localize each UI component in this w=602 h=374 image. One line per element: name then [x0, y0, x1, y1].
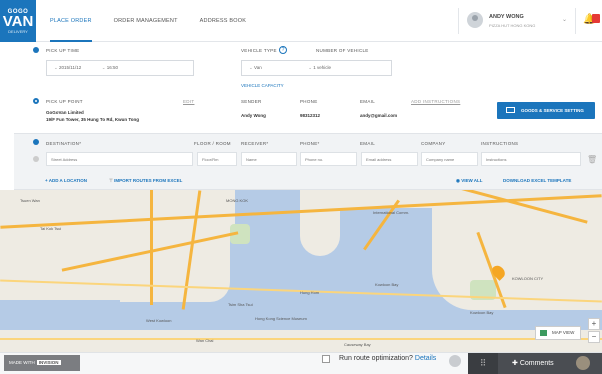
vehicle-number-label: NUMBER OF VEHICLE — [316, 48, 369, 53]
map-view-button[interactable]: MAP VIEW — [535, 326, 581, 340]
avatar — [467, 12, 483, 28]
add-instructions-link[interactable]: ADD INSTRUCTIONS — [411, 99, 460, 104]
user-menu[interactable]: ANDY WONG PIZZA HUT HONG KONG ⌄ — [458, 8, 576, 34]
clock-icon — [33, 47, 39, 53]
vehicle-capacity-link[interactable]: VEHICLE CAPACITY — [241, 83, 284, 88]
receiver-input[interactable] — [241, 152, 297, 166]
location-pin-icon — [33, 139, 39, 145]
instructions-header: INSTRUCTIONS — [481, 141, 519, 146]
email-input[interactable] — [361, 152, 418, 166]
invision-brand: INVISION — [36, 360, 61, 365]
goods-service-setting-button[interactable]: GOODS & SERVICE SETTING — [497, 102, 595, 119]
logo-line2: VAN — [2, 13, 34, 30]
chevron-down-icon: ⌄ — [561, 17, 567, 23]
map-label: Causeway Bay — [344, 342, 371, 347]
avatar[interactable] — [449, 355, 461, 367]
nav-order-management[interactable]: ORDER MANAGEMENT — [114, 0, 178, 42]
download-template-link[interactable]: DOWNLOAD EXCEL TEMPLATE — [503, 178, 571, 183]
truck-icon — [506, 107, 515, 113]
route-optimization-label: Run route optimization? Details — [339, 355, 436, 362]
add-location-label: ADD A LOCATION — [48, 178, 88, 183]
company-header: COMPANY — [421, 141, 446, 146]
street-address-input[interactable] — [46, 152, 193, 166]
map-label: West Kowloon — [146, 318, 172, 323]
map-label: Hung Hom — [300, 290, 320, 295]
logo-line3: DELIVERY — [8, 29, 28, 34]
zoom-in-button[interactable]: + — [588, 318, 600, 330]
comment-avatar[interactable] — [576, 356, 590, 370]
pickup-time[interactable]: 16:50 — [107, 65, 118, 70]
map-view-label: MAP VIEW — [552, 330, 575, 335]
map-label: MONG KOK — [226, 198, 249, 203]
email-header: EMAIL — [360, 141, 376, 146]
sender-label: SENDER — [241, 99, 262, 104]
map-label: International Comm. — [373, 210, 410, 215]
vehicle-number-value[interactable]: 1 vehicle — [313, 65, 331, 70]
comments-label: Comments — [519, 360, 554, 367]
import-routes-link[interactable]: ⊤ IMPORT ROUTES FROM EXCEL — [109, 178, 182, 184]
floor-header: FLOOR / ROOM — [194, 141, 231, 146]
phone-input[interactable] — [300, 152, 357, 166]
map-label: Kowloon Bay — [375, 282, 399, 287]
comment-icon: ✚ — [512, 360, 520, 367]
nav-place-order[interactable]: PLACE ORDER — [50, 0, 92, 42]
company-input[interactable] — [421, 152, 478, 166]
pickup-company: GoGoVan Limited — [46, 110, 84, 115]
receiver-header: RECEIVER* — [241, 141, 269, 146]
import-label: IMPORT ROUTES FROM EXCEL — [114, 178, 183, 183]
map-icon — [540, 330, 547, 336]
map-label: Hong Kong Science Museum — [255, 316, 307, 321]
view-all-label: VIEW ALL — [461, 178, 483, 183]
edit-pickup-link[interactable]: EDIT — [183, 99, 194, 104]
map-label: KOWLOON CITY — [512, 276, 544, 281]
phone-label: PHONE — [300, 99, 318, 104]
vehicle-select[interactable]: ⌄ Van ⌄ 1 vehicle — [241, 60, 392, 76]
map-canvas[interactable]: MONG KOK International Comm. Kowloon Bay… — [0, 190, 602, 352]
map-label: Tai Kok Tsui — [40, 226, 62, 231]
grid-icon[interactable]: ⠿ — [468, 353, 498, 374]
sender-value: Andy Wong — [241, 113, 266, 118]
drag-handle-icon[interactable] — [33, 156, 39, 162]
vehicle-type-label: VEHICLE TYPE — [241, 48, 277, 53]
app-root: GOGO VAN DELIVERY PLACE ORDER ORDER MANA… — [0, 0, 602, 374]
nav-address-book[interactable]: ADDRESS BOOK — [200, 0, 246, 42]
made-with-label: MADE WITH — [9, 360, 35, 365]
gogovan-logo[interactable]: GOGO VAN DELIVERY — [0, 0, 36, 42]
map-label: Kowloon Bay — [470, 310, 494, 315]
vehicle-type-value[interactable]: Van — [254, 65, 262, 70]
email-value: andy@gmail.com — [360, 113, 398, 118]
route-opt-text: Run route optimization? — [339, 355, 413, 362]
trash-icon[interactable]: 🗑 — [587, 155, 597, 164]
main-nav: PLACE ORDER ORDER MANAGEMENT ADDRESS BOO… — [50, 0, 268, 42]
pickup-point-label: PICK UP POINT — [46, 99, 83, 104]
floor-room-input[interactable] — [197, 152, 237, 166]
user-name: ANDY WONG — [489, 14, 524, 20]
user-company: PIZZA HUT HONG KONG — [489, 23, 536, 28]
email-label: EMAIL — [360, 99, 376, 104]
phone-value: 98312312 — [300, 113, 321, 118]
route-optimization-checkbox[interactable] — [322, 355, 330, 363]
goods-button-label: GOODS & SERVICE SETTING — [521, 108, 584, 113]
view-all-link[interactable]: ◉ VIEW ALL — [456, 178, 483, 184]
pickup-point-icon — [33, 98, 39, 104]
made-with-invision-badge[interactable]: MADE WITH INVISION — [4, 355, 80, 371]
destination-header: DESTINATION* — [46, 141, 82, 146]
pickup-date[interactable]: 2015/11/12 — [59, 65, 81, 70]
map-label: Tsuen Wan — [20, 198, 40, 203]
phone-header: PHONE* — [300, 141, 320, 146]
pickup-time-label: PICK UP TIME — [46, 48, 80, 53]
help-icon[interactable]: ? — [279, 46, 287, 54]
instructions-input[interactable] — [481, 152, 581, 166]
map-label: Tsim Sha Tsui — [228, 302, 253, 307]
add-location-link[interactable]: + ADD A LOCATION — [45, 178, 87, 183]
zoom-out-button[interactable]: − — [588, 331, 600, 343]
pickup-datetime-field[interactable]: ⌄ 2015/11/12 ⌄ 16:50 — [46, 60, 194, 76]
details-link[interactable]: Details — [415, 355, 436, 362]
notification-badge — [592, 14, 600, 23]
pickup-address: 19/F Fun Tower, 35 Hung To Rd, Kwun Tong — [46, 117, 139, 122]
map-label: Wan Chai — [196, 338, 214, 343]
top-navbar: GOGO VAN DELIVERY PLACE ORDER ORDER MANA… — [0, 0, 602, 42]
